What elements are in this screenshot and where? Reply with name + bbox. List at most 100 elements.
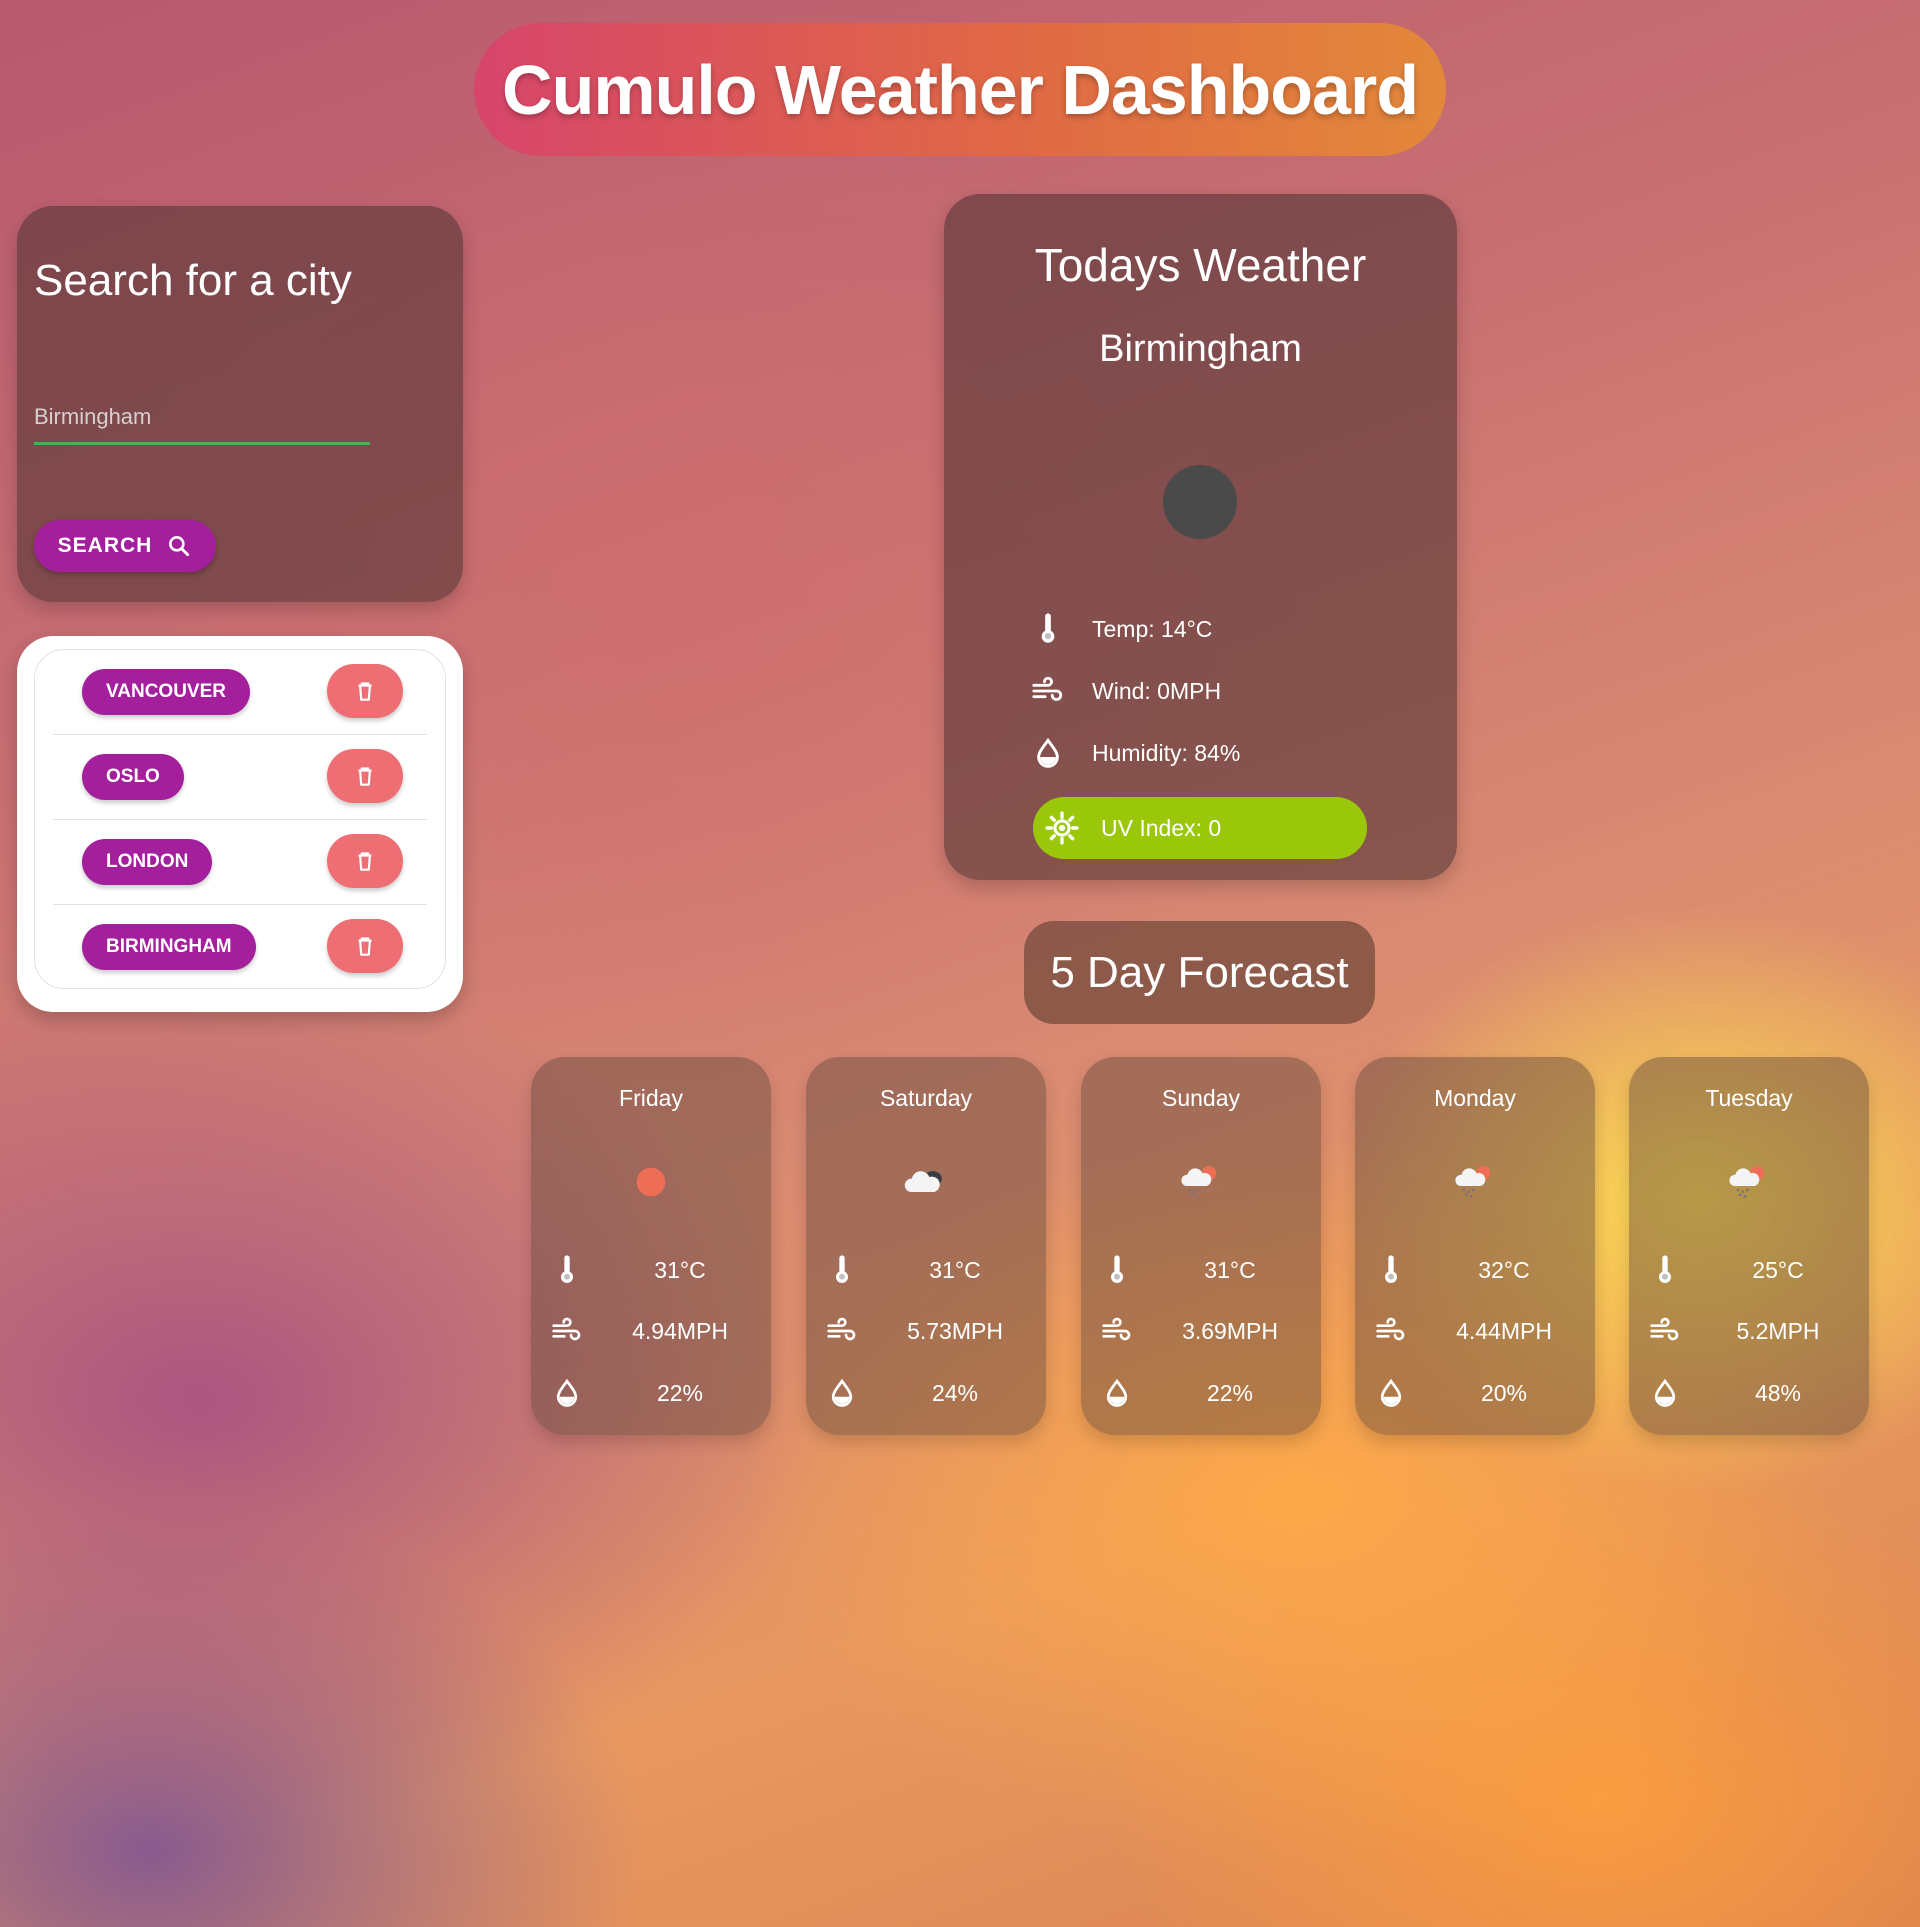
forecast-heading: 5 Day Forecast bbox=[1024, 921, 1375, 1024]
trash-icon bbox=[352, 848, 378, 874]
forecast-humidity-row: 20% bbox=[1355, 1373, 1595, 1413]
wind-icon bbox=[1030, 673, 1066, 709]
app-title-banner: Cumulo Weather Dashboard bbox=[474, 23, 1446, 156]
humidity-drop-icon bbox=[549, 1375, 585, 1411]
forecast-humidity: 20% bbox=[1480, 1380, 1528, 1406]
forecast-day-name: Tuesday bbox=[1705, 1085, 1793, 1111]
forecast-day-card: Friday 31°C 4.94MPH 22% bbox=[531, 1057, 771, 1435]
wind-row: Wind: 0MPH bbox=[1030, 671, 1221, 711]
search-icon bbox=[166, 533, 192, 559]
sun-icon bbox=[626, 1157, 676, 1207]
todays-weather-title: Todays Weather bbox=[1034, 239, 1367, 291]
forecast-temp: 31°C bbox=[929, 1257, 981, 1283]
forecast-wind: 4.94MPH bbox=[632, 1318, 728, 1344]
humidity-drop-icon bbox=[1647, 1375, 1683, 1411]
humidity-row: Humidity: 84% bbox=[1030, 733, 1240, 773]
city-search-input[interactable] bbox=[34, 392, 370, 445]
history-city-button[interactable]: LONDON bbox=[82, 839, 213, 885]
forecast-wind-row: 5.2MPH bbox=[1629, 1311, 1869, 1351]
search-button[interactable]: SEARCH bbox=[34, 520, 216, 572]
forecast-temp-row: 31°C bbox=[806, 1250, 1046, 1290]
forecast-temp-row: 31°C bbox=[1081, 1250, 1321, 1290]
forecast-humidity: 24% bbox=[931, 1380, 979, 1406]
todays-weather-card: Todays Weather Birmingham Temp: 14°C Win… bbox=[944, 194, 1457, 880]
forecast-wind: 3.69MPH bbox=[1182, 1318, 1278, 1344]
wind-value: Wind: 0MPH bbox=[1092, 677, 1222, 704]
search-title: Search for a city bbox=[34, 256, 352, 305]
forecast-day-name: Friday bbox=[619, 1085, 683, 1111]
wind-icon bbox=[1373, 1313, 1409, 1349]
uv-sun-icon bbox=[1045, 811, 1079, 845]
forecast-day-name: Sunday bbox=[1161, 1085, 1240, 1111]
forecast-humidity-row: 22% bbox=[531, 1373, 771, 1413]
history-city-button[interactable]: BIRMINGHAM bbox=[82, 924, 256, 970]
search-card: Search for a city SEARCH bbox=[17, 206, 463, 602]
search-button-label: SEARCH bbox=[57, 534, 153, 557]
delete-city-button[interactable] bbox=[327, 664, 403, 718]
history-item: BIRMINGHAM bbox=[53, 905, 427, 989]
wind-icon bbox=[549, 1313, 585, 1349]
uv-index-badge: UV Index: 0 bbox=[1033, 797, 1367, 859]
delete-city-button[interactable] bbox=[327, 834, 403, 888]
forecast-temp-row: 25°C bbox=[1629, 1250, 1869, 1290]
current-weather-icon bbox=[1163, 465, 1237, 539]
forecast-humidity: 22% bbox=[1206, 1380, 1254, 1406]
current-city-name: Birmingham bbox=[1099, 328, 1302, 370]
forecast-day-name: Saturday bbox=[879, 1085, 973, 1111]
cloud-icon bbox=[901, 1157, 951, 1207]
wind-icon bbox=[824, 1313, 860, 1349]
forecast-wind: 4.44MPH bbox=[1456, 1318, 1552, 1344]
thermometer-icon bbox=[1373, 1252, 1409, 1288]
humidity-value: Humidity: 84% bbox=[1092, 739, 1241, 766]
wind-icon bbox=[1647, 1313, 1683, 1349]
thermometer-icon bbox=[549, 1252, 585, 1288]
forecast-humidity-row: 22% bbox=[1081, 1373, 1321, 1413]
history-item: LONDON bbox=[53, 820, 427, 905]
humidity-drop-icon bbox=[1373, 1375, 1409, 1411]
forecast-temp: 25°C bbox=[1752, 1257, 1804, 1283]
search-history-list: VANCOUVER OSLO LONDON BIRMINGHAM bbox=[34, 649, 446, 989]
rain-sun-icon bbox=[1450, 1157, 1500, 1207]
history-item: OSLO bbox=[53, 735, 427, 820]
forecast-humidity-row: 48% bbox=[1629, 1373, 1869, 1413]
trash-icon bbox=[352, 763, 378, 789]
forecast-temp: 31°C bbox=[1204, 1257, 1256, 1283]
forecast-temp-row: 32°C bbox=[1355, 1250, 1595, 1290]
forecast-temp-row: 31°C bbox=[531, 1250, 771, 1290]
history-city-button[interactable]: VANCOUVER bbox=[82, 669, 250, 715]
search-history-card: VANCOUVER OSLO LONDON BIRMINGHAM bbox=[17, 636, 463, 1012]
delete-city-button[interactable] bbox=[327, 749, 403, 803]
history-city-button[interactable]: OSLO bbox=[82, 754, 184, 800]
forecast-humidity: 22% bbox=[656, 1380, 704, 1406]
thermometer-icon bbox=[1030, 611, 1066, 647]
app-title: Cumulo Weather Dashboard bbox=[502, 50, 1419, 129]
wind-icon bbox=[1099, 1313, 1135, 1349]
forecast-wind-row: 4.94MPH bbox=[531, 1311, 771, 1351]
forecast-wind: 5.73MPH bbox=[907, 1318, 1003, 1344]
forecast-wind-row: 5.73MPH bbox=[806, 1311, 1046, 1351]
trash-icon bbox=[352, 933, 378, 959]
forecast-wind: 5.2MPH bbox=[1736, 1318, 1820, 1344]
thermometer-icon bbox=[1099, 1252, 1135, 1288]
forecast-humidity: 48% bbox=[1754, 1380, 1802, 1406]
uv-index-value: UV Index: 0 bbox=[1101, 814, 1222, 841]
humidity-drop-icon bbox=[1030, 735, 1066, 771]
temp-value: Temp: 14°C bbox=[1092, 615, 1213, 642]
humidity-drop-icon bbox=[1099, 1375, 1135, 1411]
forecast-temp: 31°C bbox=[654, 1257, 706, 1283]
forecast-wind-row: 3.69MPH bbox=[1081, 1311, 1321, 1351]
forecast-wind-row: 4.44MPH bbox=[1355, 1311, 1595, 1351]
delete-city-button[interactable] bbox=[327, 919, 403, 973]
thermometer-icon bbox=[1647, 1252, 1683, 1288]
humidity-drop-icon bbox=[824, 1375, 860, 1411]
forecast-day-card: Tuesday 25°C 5.2MPH 48% bbox=[1629, 1057, 1869, 1435]
forecast-day-name: Monday bbox=[1434, 1085, 1516, 1111]
forecast-temp: 32°C bbox=[1478, 1257, 1530, 1283]
temp-row: Temp: 14°C bbox=[1030, 609, 1212, 649]
rain-sun-icon bbox=[1176, 1157, 1226, 1207]
trash-icon bbox=[352, 678, 378, 704]
history-item: VANCOUVER bbox=[53, 650, 427, 735]
forecast-day-card: Saturday 31°C 5.73MPH 24% bbox=[806, 1057, 1046, 1435]
forecast-day-card: Sunday 31°C 3.69MPH 22% bbox=[1081, 1057, 1321, 1435]
forecast-humidity-row: 24% bbox=[806, 1373, 1046, 1413]
